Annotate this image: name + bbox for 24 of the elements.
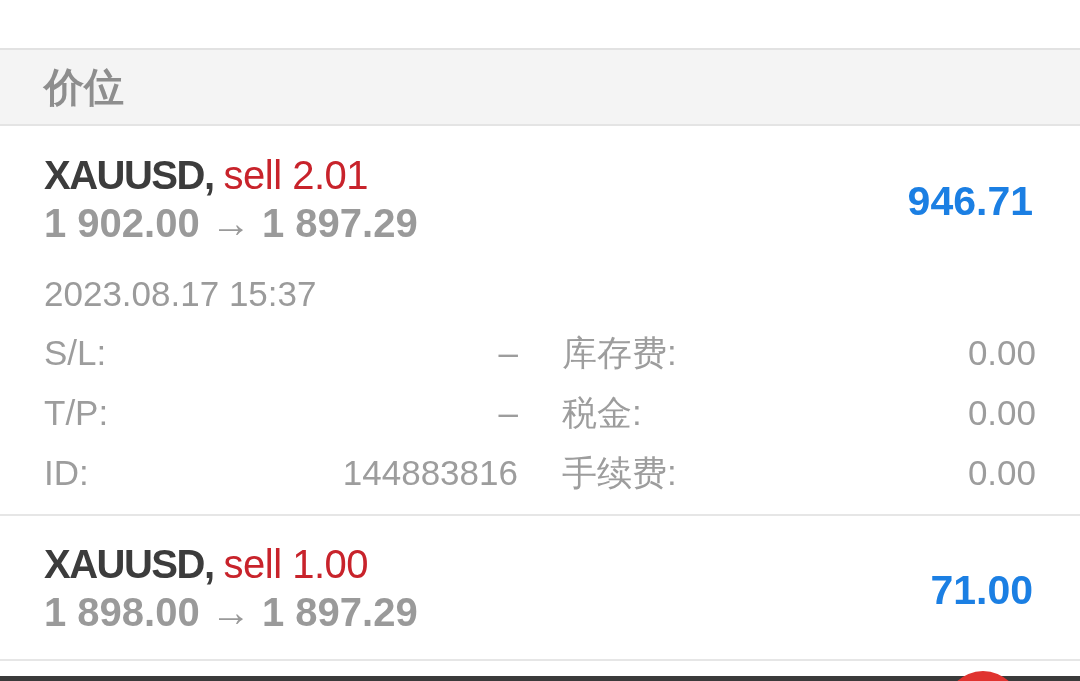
position-row[interactable]: XAUUSD, sell 2.01 1 902.00 → 1 897.29 946.71 2023.08.17 15:37 S/L: – 库存费: 0.00 T/P: – 税金: 0.00 ID: 144883816 手续费: 0.00: [0, 126, 1080, 516]
profit-value: 71.00: [930, 566, 1033, 614]
detail-value: 144883816: [342, 453, 518, 493]
detail-label: 手续费:: [562, 451, 677, 494]
price-change-label: 1 898.00 → 1 897.29: [44, 589, 418, 636]
detail-value: 0.00: [967, 393, 1036, 433]
detail-label: 税金:: [562, 391, 642, 434]
position-row[interactable]: XAUUSD, sell 1.00 1 898.00 → 1 897.29 71.00: [0, 516, 1080, 661]
symbol-label: XAUUSD,: [44, 152, 214, 199]
price-change-label: 1 902.00 → 1 897.29: [44, 200, 418, 247]
detail-label: ID:: [44, 453, 89, 493]
symbol-label: XAUUSD,: [44, 541, 214, 588]
detail-value: 0.00: [967, 453, 1036, 493]
order-type-label: sell 1.00: [223, 541, 368, 588]
section-title: 价位: [44, 65, 124, 109]
detail-value: –: [498, 393, 518, 433]
detail-label: T/P:: [44, 393, 109, 433]
detail-label: S/L:: [44, 333, 107, 373]
open-time-label: 2023.08.17 15:37: [44, 273, 318, 315]
profit-value: 946.71: [907, 177, 1033, 225]
order-type-label: sell 2.01: [223, 152, 368, 199]
detail-value: –: [498, 333, 518, 373]
detail-label: 库存费:: [562, 331, 677, 374]
detail-value: 0.00: [967, 333, 1036, 373]
